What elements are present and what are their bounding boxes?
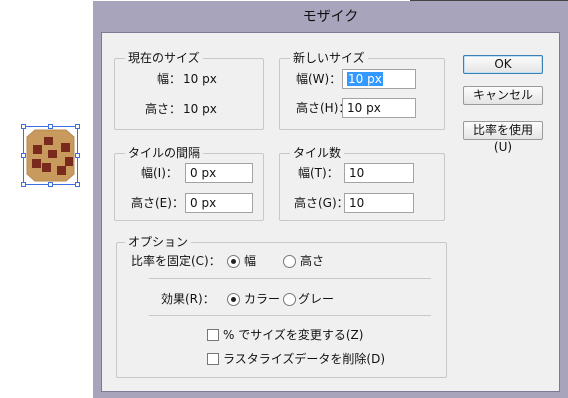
current-height-value: 10 px xyxy=(183,102,217,116)
new-width-label: 幅(W)： xyxy=(296,72,342,86)
tile-count-group: タイル数 幅(T)： 10 高さ(G)： 10 xyxy=(279,145,445,221)
current-width-value: 10 px xyxy=(183,72,217,86)
tile-count-height-label: 高さ(G)： xyxy=(294,196,349,210)
tile-count-width-input[interactable]: 10 xyxy=(344,163,414,183)
resize-handle-left[interactable] xyxy=(21,153,26,158)
options-group: オプション 比率を固定(C)： 幅 高さ 効果(R)： カラー グレー % でサ… xyxy=(116,234,447,378)
effect-color-radio[interactable] xyxy=(227,293,240,306)
fix-ratio-label: 比率を固定(C)： xyxy=(131,254,221,268)
tile-spacing-width-label: 幅(I)： xyxy=(141,166,178,180)
percent-resize-checkbox[interactable] xyxy=(207,329,219,341)
rasterize-delete-checkbox[interactable] xyxy=(207,353,219,365)
tile-spacing-height-label: 高さ(E)： xyxy=(131,196,184,210)
options-separator xyxy=(149,278,431,279)
fix-ratio-height-radio[interactable] xyxy=(283,255,296,268)
dialog-client-area: 現在のサイズ 幅： 10 px 高さ： 10 px 新しいサイズ 幅(W)： 1… xyxy=(101,32,560,392)
tile-spacing-width-value: 0 px xyxy=(190,166,217,180)
tile-spacing-group: タイルの間隔 幅(I)： 0 px 高さ(E)： 0 px xyxy=(114,145,264,221)
resize-handle-bottom-left[interactable] xyxy=(21,182,26,187)
use-ratio-button[interactable]: 比率を使用(U) xyxy=(463,121,543,154)
new-height-value: 10 px xyxy=(347,101,381,115)
fix-ratio-height-label[interactable]: 高さ xyxy=(300,253,324,269)
options-separator xyxy=(149,315,431,316)
resize-handle-top-left[interactable] xyxy=(21,124,26,129)
tile-spacing-title: タイルの間隔 xyxy=(125,145,204,161)
options-title: オプション xyxy=(125,234,192,250)
resize-handle-top-right[interactable] xyxy=(75,124,80,129)
ok-button[interactable]: OK xyxy=(463,55,543,74)
new-width-input[interactable]: 10 px xyxy=(342,69,416,89)
resize-handle-top[interactable] xyxy=(48,124,53,129)
current-size-group: 現在のサイズ 幅： 10 px 高さ： 10 px xyxy=(114,50,264,130)
effect-gray-radio[interactable] xyxy=(283,293,296,306)
current-height-label: 高さ： xyxy=(145,102,182,116)
resize-handle-bottom-right[interactable] xyxy=(75,182,80,187)
tile-count-title: タイル数 xyxy=(290,145,345,161)
rasterize-delete-label[interactable]: ラスタライズデータを削除(D) xyxy=(223,351,385,367)
current-size-title: 現在のサイズ xyxy=(125,50,203,66)
new-width-value: 10 px xyxy=(347,72,383,86)
new-size-group: 新しいサイズ 幅(W)： 10 px 高さ(H)： 10 px xyxy=(279,50,445,130)
tile-spacing-height-input[interactable]: 0 px xyxy=(185,193,253,213)
mosaic-dialog: モザイク 現在のサイズ 幅： 10 px 高さ： 10 px 新しいサイズ 幅(… xyxy=(93,1,568,398)
resize-handle-bottom[interactable] xyxy=(48,182,53,187)
effect-color-label[interactable]: カラー xyxy=(244,291,280,307)
effect-label: 効果(R)： xyxy=(161,292,215,306)
tile-count-width-value: 10 xyxy=(349,166,365,180)
new-height-input[interactable]: 10 px xyxy=(342,98,416,118)
percent-resize-label[interactable]: % でサイズを変更する(Z) xyxy=(223,327,363,343)
current-width-label: 幅： xyxy=(157,72,182,86)
tile-spacing-height-value: 0 px xyxy=(190,196,217,210)
tile-count-width-label: 幅(T)： xyxy=(298,166,339,180)
tile-count-height-input[interactable]: 10 xyxy=(344,193,414,213)
dialog-title[interactable]: モザイク xyxy=(93,1,568,31)
tile-count-height-value: 10 xyxy=(349,196,365,210)
effect-gray-label[interactable]: グレー xyxy=(298,291,334,307)
new-size-title: 新しいサイズ xyxy=(290,50,368,66)
cancel-button[interactable]: キャンセル xyxy=(463,86,543,105)
fix-ratio-width-radio[interactable] xyxy=(227,255,240,268)
fix-ratio-width-label[interactable]: 幅 xyxy=(244,253,256,269)
resize-handle-right[interactable] xyxy=(75,153,80,158)
selection-bounding-box xyxy=(23,126,78,185)
tile-spacing-width-input[interactable]: 0 px xyxy=(185,163,253,183)
